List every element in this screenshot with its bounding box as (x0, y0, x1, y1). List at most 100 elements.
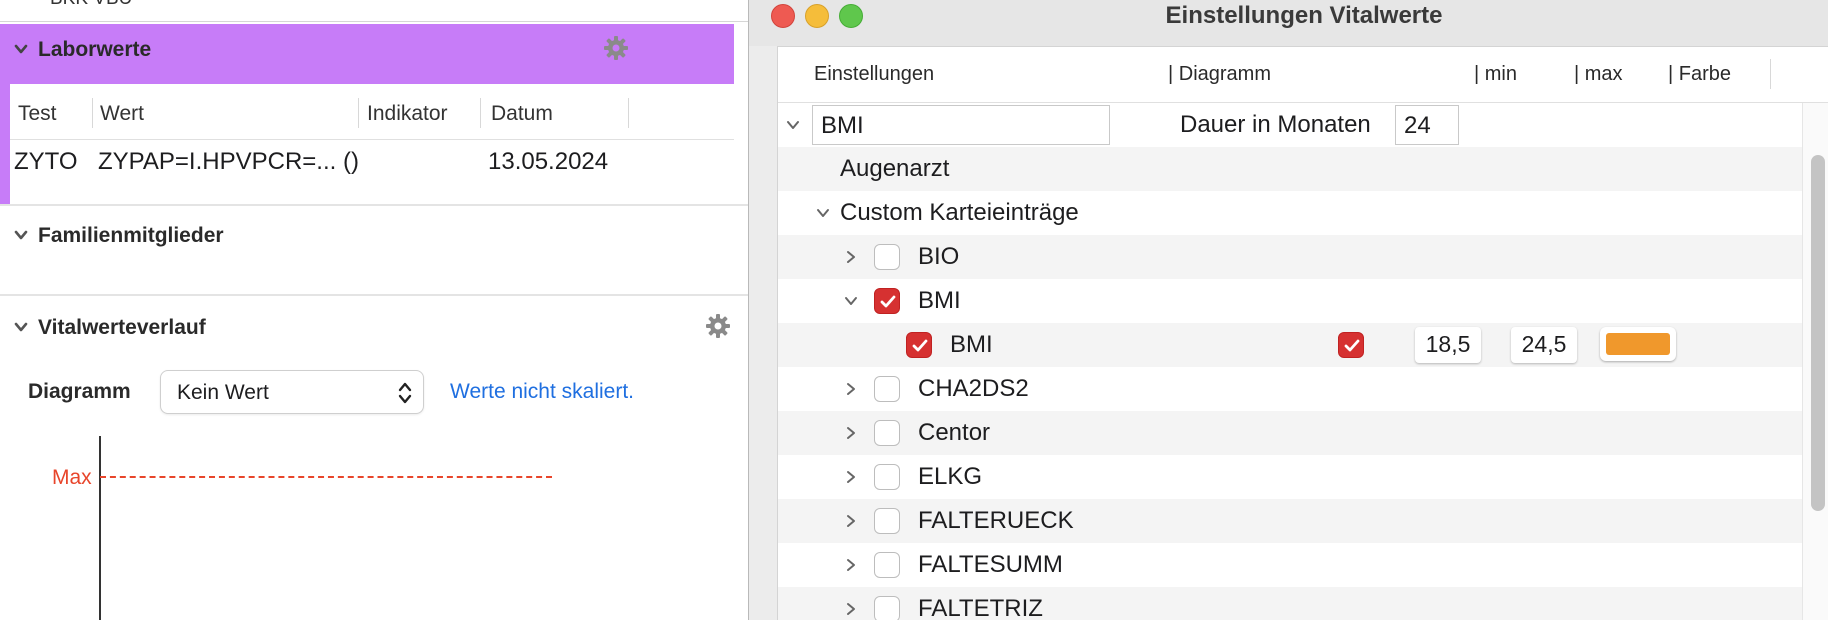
updown-arrows-icon (398, 382, 412, 404)
scaling-status-link[interactable]: Werte nicht skaliert. (450, 380, 634, 404)
checkbox[interactable] (874, 420, 900, 446)
lab-table: Test Wert Indikator Datum ZYTO ZYPAP=I.H… (10, 84, 734, 204)
column-divider (1770, 59, 1771, 89)
chevron-down-icon[interactable] (14, 228, 28, 242)
checkbox[interactable] (874, 244, 900, 270)
bmi-name-value: BMI (821, 112, 864, 139)
gear-icon[interactable] (704, 312, 732, 340)
top-strip: BKK VBU (0, 0, 748, 22)
col-test[interactable]: Test (18, 102, 57, 126)
chevron-right-icon[interactable] (842, 468, 860, 486)
chevron-down-icon[interactable] (14, 320, 28, 334)
col-diagramm[interactable]: | Diagramm (1168, 63, 1271, 86)
checkmark-icon (1344, 339, 1360, 352)
chevron-down-icon[interactable] (814, 204, 832, 222)
chevron-right-icon[interactable] (842, 512, 860, 530)
chevron-down-icon[interactable] (784, 116, 802, 134)
col-einstellungen[interactable]: Einstellungen (814, 63, 934, 86)
column-divider (628, 98, 629, 128)
color-well[interactable] (1600, 327, 1676, 361)
checkbox[interactable] (874, 464, 900, 490)
chart-y-axis (99, 436, 101, 620)
window-title: Einstellungen Vitalwerte (1165, 2, 1443, 29)
chart-max-line (100, 476, 552, 478)
item-label: BIO (918, 243, 960, 270)
checkmark-icon (880, 295, 896, 308)
gear-icon[interactable] (602, 34, 630, 62)
item-label: FALTERUECK (918, 507, 1074, 534)
list-item[interactable]: FALTERUECK (778, 499, 1802, 543)
chevron-down-icon[interactable] (842, 292, 860, 310)
duration-value: 24 (1404, 112, 1431, 139)
checkbox[interactable] (906, 332, 932, 358)
list-item[interactable]: ELKG (778, 455, 1802, 499)
settings-outline: Einstellungen | Diagramm | min | max | F… (777, 46, 1828, 620)
chevron-right-icon[interactable] (842, 380, 860, 398)
checkmark-icon (912, 339, 928, 352)
divider (0, 294, 748, 296)
cell-wert: ZYPAP=I.HPVPCR=... () (98, 148, 359, 175)
col-max[interactable]: | max (1574, 63, 1623, 86)
col-farbe[interactable]: | Farbe (1668, 63, 1731, 86)
col-min[interactable]: | min (1474, 63, 1517, 86)
list-item[interactable]: Centor (778, 411, 1802, 455)
lab-section-header[interactable]: Laborwerte (0, 24, 734, 84)
vertical-scrollbar[interactable] (1802, 103, 1828, 620)
checkbox[interactable] (874, 288, 900, 314)
vital-section-title[interactable]: Vitalwerteverlauf (38, 316, 206, 340)
checkbox[interactable] (874, 552, 900, 578)
item-label: Centor (918, 419, 991, 446)
list-item[interactable]: CHA2DS2 (778, 367, 1802, 411)
chevron-right-icon[interactable] (842, 248, 860, 266)
insurance-label: BKK VBU (50, 0, 132, 10)
max-field[interactable]: 24,5 (1511, 327, 1577, 363)
family-section-title[interactable]: Familienmitglieder (38, 224, 224, 248)
bmi-name-field[interactable]: BMI (812, 105, 1110, 145)
diagram-checkbox[interactable] (1338, 332, 1364, 358)
min-value: 18,5 (1425, 331, 1471, 357)
item-label: CHA2DS2 (918, 375, 1029, 402)
checkbox[interactable] (874, 376, 900, 402)
chart-max-label: Max (52, 466, 92, 489)
title-bar[interactable]: Einstellungen Vitalwerte (749, 0, 1828, 46)
duration-field[interactable]: 24 (1395, 105, 1459, 145)
chevron-right-icon[interactable] (842, 556, 860, 574)
lab-table-header: Test Wert Indikator Datum (10, 84, 734, 140)
list-item[interactable]: BMI (778, 279, 1802, 323)
list-item[interactable]: FALTESUMM (778, 543, 1802, 587)
item-label: FALTETRIZ (918, 595, 1043, 620)
checkbox[interactable] (874, 508, 900, 534)
lab-section-title: Laborwerte (38, 38, 152, 61)
list-item[interactable]: BIO (778, 235, 1802, 279)
item-label: Augenarzt (840, 155, 950, 182)
cell-test: ZYTO (14, 148, 78, 175)
max-value: 24,5 (1521, 331, 1567, 357)
list-item[interactable]: Augenarzt (778, 147, 1802, 191)
column-divider (480, 98, 481, 128)
list-item[interactable]: FALTETRIZ (778, 587, 1802, 620)
item-label: BMI (950, 331, 993, 358)
column-divider (92, 98, 93, 128)
cell-datum: 13.05.2024 (488, 148, 609, 175)
chevron-down-icon[interactable] (14, 42, 28, 56)
col-wert[interactable]: Wert (100, 102, 144, 126)
duration-label: Dauer in Monaten (1180, 111, 1371, 138)
diagram-select-value: Kein Wert (177, 381, 269, 404)
col-datum[interactable]: Datum (491, 102, 553, 126)
item-label: BMI (918, 287, 961, 314)
list-item[interactable]: Custom Karteieinträge (778, 191, 1802, 235)
divider (0, 204, 748, 206)
min-field[interactable]: 18,5 (1415, 327, 1481, 363)
settings-window: Einstellungen Vitalwerte Einstellungen |… (748, 0, 1828, 620)
diagram-select[interactable]: Kein Wert (160, 370, 424, 414)
checkbox[interactable] (874, 596, 900, 620)
item-label: Custom Karteieinträge (840, 199, 1079, 226)
col-indikator[interactable]: Indikator (367, 102, 448, 126)
column-divider (358, 98, 359, 128)
chevron-right-icon[interactable] (842, 600, 860, 618)
scrollbar-thumb[interactable] (1811, 155, 1825, 511)
lab-table-frame: Test Wert Indikator Datum ZYTO ZYPAP=I.H… (0, 84, 734, 204)
list-item[interactable]: BMI Dauer in Monaten 24 (778, 103, 1802, 147)
list-item[interactable]: BMI 18,5 24,5 (778, 323, 1802, 367)
chevron-right-icon[interactable] (842, 424, 860, 442)
